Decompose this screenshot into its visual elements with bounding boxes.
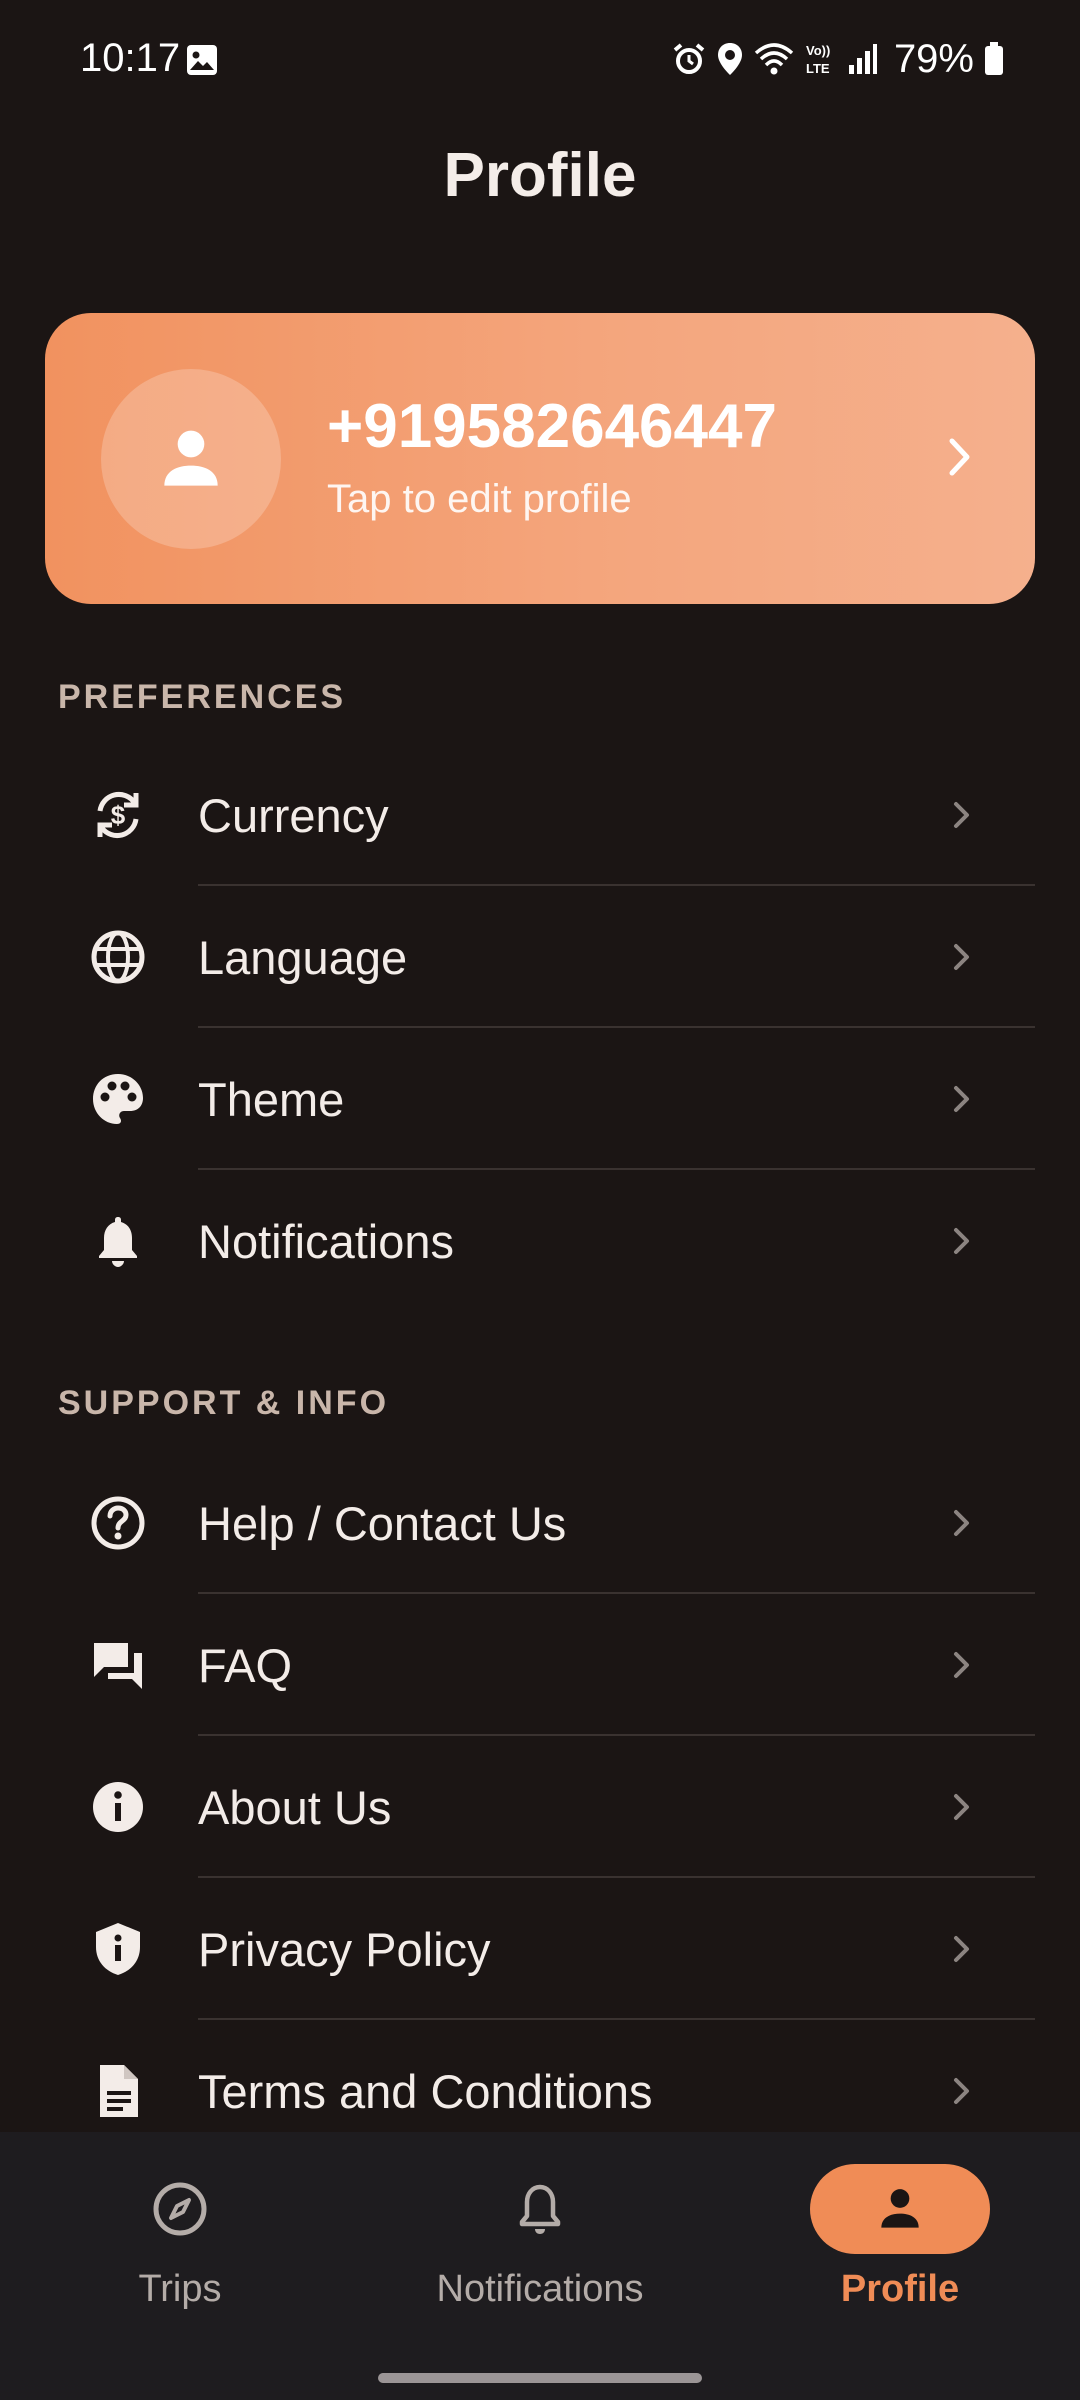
svg-text:LTE: LTE — [806, 61, 830, 76]
menu-item-label: Currency — [198, 789, 389, 842]
home-indicator[interactable] — [378, 2373, 702, 2383]
menu-item-currency[interactable]: $ Currency — [0, 744, 1080, 886]
menu-item-label: Language — [198, 931, 408, 984]
document-icon — [90, 2063, 146, 2119]
bell-icon — [90, 1213, 146, 1269]
chevron-right-icon — [954, 1086, 969, 1112]
bell-outline-icon — [519, 2184, 561, 2234]
menu-item-label: FAQ — [198, 1639, 293, 1692]
chevron-right-icon — [954, 802, 969, 828]
bottom-navigation: Trips Notifications Profile — [0, 2132, 1080, 2400]
menu-item-label: Help / Contact Us — [198, 1497, 567, 1550]
nav-tab-profile[interactable]: Profile — [720, 2132, 1080, 2332]
status-bar: 10:17 Vo)) LTE 79% — [0, 0, 1080, 120]
info-icon — [90, 1779, 146, 1835]
help-circle-icon — [90, 1495, 146, 1551]
page-title: Profile — [443, 141, 637, 210]
chevron-right-icon — [954, 1652, 969, 1678]
person-icon — [164, 430, 218, 486]
status-icons: Vo)) LTE 79% — [672, 34, 1004, 84]
wifi-icon — [754, 41, 794, 77]
nav-label: Trips — [138, 2268, 222, 2310]
chevron-right-icon — [954, 1228, 969, 1254]
menu-item-label: Notifications — [198, 1215, 454, 1268]
menu-item-notifications[interactable]: Notifications — [0, 1170, 1080, 1312]
menu-item-label: Privacy Policy — [198, 1923, 491, 1976]
section-header-support: SUPPORT & INFO — [58, 1384, 390, 1422]
avatar — [101, 369, 281, 549]
chevron-right-icon — [954, 1510, 969, 1536]
shield-icon — [90, 1921, 146, 1977]
chevron-right-icon — [949, 438, 970, 476]
nav-tab-trips[interactable]: Trips — [0, 2132, 360, 2332]
profile-subtitle: Tap to edit profile — [327, 477, 632, 521]
menu-item-faq[interactable]: FAQ — [0, 1594, 1080, 1736]
menu-item-privacy[interactable]: Privacy Policy — [0, 1878, 1080, 2020]
nav-label: Notifications — [436, 2268, 644, 2310]
screen: 10:17 Vo)) LTE 79% Profile +919582646447… — [0, 0, 1080, 2400]
profile-phone: +919582646447 — [327, 392, 777, 461]
person-icon — [881, 2189, 919, 2228]
status-time: 10:17 — [80, 36, 181, 80]
menu-item-label: Terms and Conditions — [198, 2065, 653, 2118]
location-icon — [716, 41, 744, 77]
section-header-preferences: PREFERENCES — [58, 678, 347, 716]
nav-icon-container — [450, 2164, 630, 2254]
chevron-right-icon — [954, 1794, 969, 1820]
menu-item-about[interactable]: About Us — [0, 1736, 1080, 1878]
chevron-right-icon — [954, 944, 969, 970]
menu-item-language[interactable]: Language — [0, 886, 1080, 1028]
chevron-right-icon — [954, 1936, 969, 1962]
globe-icon — [90, 929, 146, 985]
menu-item-theme[interactable]: Theme — [0, 1028, 1080, 1170]
nav-tab-notifications[interactable]: Notifications — [360, 2132, 720, 2332]
currency-exchange-icon: $ — [90, 787, 146, 843]
chevron-right-icon — [954, 2078, 969, 2104]
battery-percentage: 79% — [893, 36, 974, 81]
forum-icon — [90, 1637, 146, 1693]
nav-label: Profile — [840, 2268, 960, 2310]
compass-icon — [153, 2182, 207, 2236]
profile-card[interactable]: +919582646447 Tap to edit profile — [45, 313, 1035, 604]
svg-text:Vo)): Vo)) — [806, 43, 830, 58]
gallery-icon — [186, 44, 218, 76]
battery-icon — [984, 42, 1004, 76]
svg-text:$: $ — [111, 800, 126, 830]
menu-item-label: About Us — [198, 1781, 392, 1834]
alarm-icon — [672, 42, 706, 76]
volte-icon: Vo)) LTE — [804, 41, 838, 77]
nav-icon-container — [90, 2164, 270, 2254]
signal-icon — [848, 43, 878, 75]
menu-item-label: Theme — [198, 1073, 345, 1126]
palette-icon — [90, 1071, 146, 1127]
nav-icon-container — [810, 2164, 990, 2254]
menu-item-help[interactable]: Help / Contact Us — [0, 1452, 1080, 1594]
